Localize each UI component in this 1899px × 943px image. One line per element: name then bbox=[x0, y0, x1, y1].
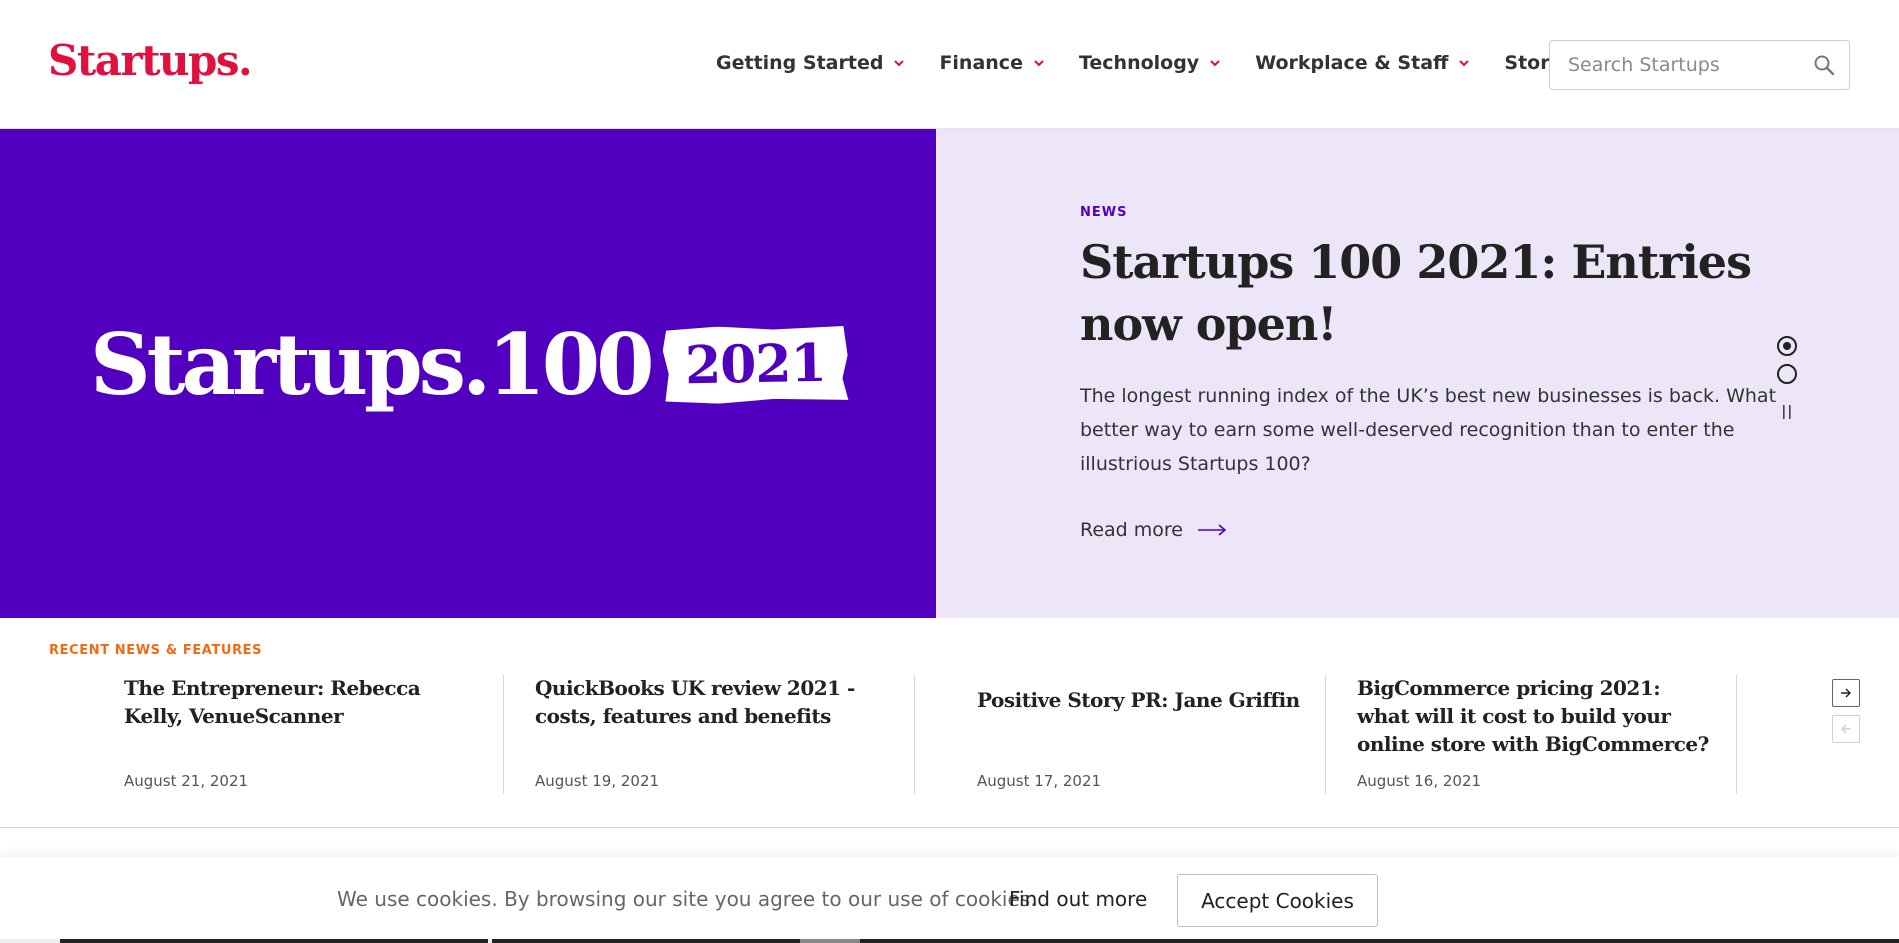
news-date: August 19, 2021 bbox=[535, 772, 660, 790]
section-divider bbox=[0, 827, 1899, 828]
news-title[interactable]: BigCommerce pricing 2021: what will it c… bbox=[1357, 674, 1712, 758]
read-more-link[interactable]: Read more bbox=[1080, 519, 1227, 541]
news-divider bbox=[1325, 675, 1326, 794]
find-out-more-link[interactable]: Find out more bbox=[1009, 887, 1147, 911]
startups-100-wordmark: Startups.100 bbox=[90, 315, 655, 414]
chevron-down-icon bbox=[1459, 60, 1470, 67]
nav-finance[interactable]: Finance bbox=[939, 52, 1045, 74]
news-next-button[interactable] bbox=[1832, 679, 1860, 707]
news-date: August 21, 2021 bbox=[124, 772, 249, 790]
nav-label: Technology bbox=[1078, 52, 1200, 74]
news-item[interactable]: The Entrepreneur: Rebecca Kelly, VenueSc… bbox=[124, 674, 464, 794]
site-header: Startups. Getting Started Finance Techno… bbox=[0, 0, 1899, 129]
nav-workplace-staff[interactable]: Workplace & Staff bbox=[1255, 52, 1470, 74]
site-logo[interactable]: Startups. bbox=[48, 36, 253, 85]
pause-icon[interactable] bbox=[1781, 404, 1793, 420]
cookie-message: We use cookies. By browsing our site you… bbox=[337, 887, 1037, 911]
arrow-right-icon bbox=[1198, 524, 1227, 536]
nav-label: Finance bbox=[939, 52, 1023, 74]
hero-content: NEWS Startups 100 2021: Entries now open… bbox=[936, 129, 1899, 618]
hero-title[interactable]: Startups 100 2021: Entries now open! bbox=[1080, 231, 1800, 355]
nav-getting-started[interactable]: Getting Started bbox=[716, 52, 905, 74]
hero-category-tag[interactable]: NEWS bbox=[1080, 205, 1127, 220]
bottom-page-strip bbox=[0, 939, 1899, 943]
nav-label: Getting Started bbox=[716, 52, 884, 74]
chevron-down-icon bbox=[1034, 60, 1044, 67]
news-prev-button[interactable] bbox=[1832, 715, 1860, 743]
search-box bbox=[1549, 40, 1850, 90]
carousel-controls bbox=[1777, 336, 1799, 424]
search-input[interactable] bbox=[1550, 41, 1805, 89]
news-date: August 17, 2021 bbox=[977, 772, 1102, 790]
news-item[interactable]: QuickBooks UK review 2021 - costs, featu… bbox=[535, 674, 885, 794]
news-title[interactable]: QuickBooks UK review 2021 - costs, featu… bbox=[535, 674, 885, 730]
carousel-dot-1[interactable] bbox=[1777, 336, 1797, 356]
main-nav: Getting Started Finance Technology Workp… bbox=[716, 52, 1636, 74]
carousel-dot-2[interactable] bbox=[1777, 364, 1797, 384]
news-item[interactable]: Positive Story PR: Jane Griffin August 1… bbox=[977, 674, 1307, 794]
news-item[interactable]: BigCommerce pricing 2021: what will it c… bbox=[1357, 674, 1712, 794]
chevron-down-icon bbox=[894, 60, 905, 67]
recent-news-heading: RECENT NEWS & FEATURES bbox=[49, 643, 263, 658]
news-divider bbox=[503, 675, 504, 794]
read-more-label: Read more bbox=[1080, 519, 1183, 541]
news-title[interactable]: Positive Story PR: Jane Griffin bbox=[977, 686, 1307, 714]
arrow-right-icon bbox=[1841, 688, 1851, 698]
news-title[interactable]: The Entrepreneur: Rebecca Kelly, VenueSc… bbox=[124, 674, 464, 730]
chevron-down-icon bbox=[1210, 60, 1220, 67]
hero-description: The longest running index of the UK’s be… bbox=[1080, 385, 1777, 475]
cookie-banner: We use cookies. By browsing our site you… bbox=[0, 857, 1899, 943]
news-divider bbox=[1736, 675, 1737, 794]
startups-100-year-badge: 2021 bbox=[662, 324, 848, 404]
news-date: August 16, 2021 bbox=[1357, 772, 1482, 790]
hero-image[interactable]: Startups.100 2021 bbox=[0, 129, 936, 618]
search-icon[interactable] bbox=[1813, 54, 1835, 76]
news-divider bbox=[914, 675, 915, 794]
accept-cookies-button[interactable]: Accept Cookies bbox=[1177, 874, 1378, 927]
arrow-left-icon bbox=[1841, 724, 1851, 734]
startups-100-logo: Startups.100 2021 bbox=[90, 315, 847, 414]
nav-label: Workplace & Staff bbox=[1255, 52, 1449, 74]
nav-technology[interactable]: Technology bbox=[1079, 52, 1221, 74]
